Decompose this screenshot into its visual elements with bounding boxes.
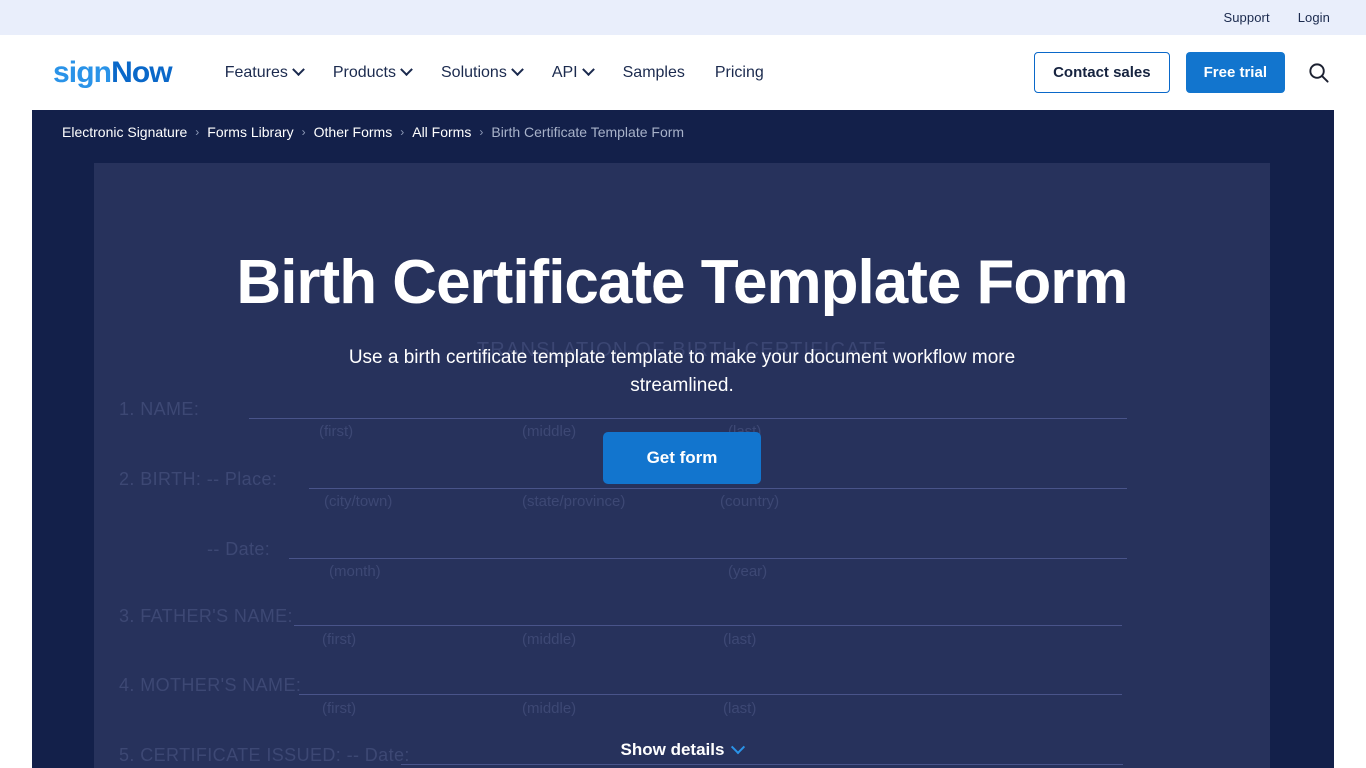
watermark-rule — [401, 764, 1123, 765]
watermark-rule — [294, 625, 1122, 626]
signnow-logo[interactable]: signNow — [53, 55, 173, 89]
hero-section: Electronic Signature › Forms Library › O… — [0, 110, 1366, 768]
free-trial-button[interactable]: Free trial — [1185, 52, 1285, 93]
breadcrumb-item-electronic-signature[interactable]: Electronic Signature — [62, 124, 187, 140]
utility-bar: Support Login — [0, 0, 1366, 35]
watermark-sublabel: (city/town) — [324, 493, 393, 510]
breadcrumb-item-current: Birth Certificate Template Form — [491, 124, 685, 140]
nav-label-samples: Samples — [622, 63, 685, 81]
chevron-down-icon — [510, 63, 524, 77]
nav-item-products[interactable]: Products — [332, 63, 413, 82]
search-icon — [1309, 63, 1329, 83]
watermark-sublabel: (middle) — [522, 631, 577, 648]
main-nav: Features Products Solutions API Samples … — [224, 63, 764, 82]
hero-subtitle: Use a birth certificate template templat… — [348, 346, 1016, 396]
get-form-button[interactable]: Get form — [602, 431, 762, 484]
hero-dark-band: Electronic Signature › Forms Library › O… — [32, 110, 1334, 768]
logo-part-now: Now — [111, 55, 173, 89]
chevron-down-icon — [400, 63, 413, 77]
login-link[interactable]: Login — [1298, 10, 1330, 25]
nav-label-products: Products — [332, 63, 396, 81]
nav-item-samples[interactable]: Samples — [623, 64, 685, 82]
show-details-label: Show details — [620, 740, 725, 759]
chevron-down-icon — [291, 63, 305, 77]
watermark-sublabel: (state/province) — [522, 493, 626, 510]
watermark-rule — [299, 694, 1122, 695]
breadcrumb-item-forms-library[interactable]: Forms Library — [207, 124, 293, 140]
site-header: signNow Features Products Solutions API … — [0, 35, 1366, 110]
watermark-sublabel: (month) — [329, 563, 381, 580]
nav-item-pricing[interactable]: Pricing — [715, 64, 764, 82]
chevron-down-icon — [731, 740, 746, 755]
watermark-sublabel: (last) — [723, 631, 757, 648]
breadcrumb-separator-icon: › — [479, 125, 484, 139]
contact-sales-button[interactable]: Contact sales — [1034, 52, 1170, 93]
nav-item-api[interactable]: API — [551, 63, 595, 82]
nav-label-pricing: Pricing — [714, 63, 764, 81]
breadcrumb-item-other-forms[interactable]: Other Forms — [314, 124, 393, 140]
show-details-toggle[interactable]: Show details — [94, 740, 1270, 760]
watermark-row-label: 4. MOTHER'S NAME: — [119, 675, 302, 695]
hero-panel: TRANSLATION OF BIRTH CERTIFICATE 1. NAME… — [94, 163, 1270, 768]
watermark-sublabel: (year) — [728, 563, 768, 580]
watermark-sublabel: (country) — [720, 493, 780, 510]
breadcrumb: Electronic Signature › Forms Library › O… — [62, 124, 684, 140]
chevron-down-icon — [581, 63, 595, 77]
nav-item-features[interactable]: Features — [224, 63, 305, 82]
watermark-sublabel: (first) — [322, 631, 357, 648]
page-title: Birth Certificate Template Form — [236, 248, 1128, 317]
nav-item-solutions[interactable]: Solutions — [441, 63, 524, 82]
breadcrumb-item-all-forms[interactable]: All Forms — [412, 124, 471, 140]
logo-part-sign: sign — [53, 55, 112, 89]
watermark-sublabel: (middle) — [522, 700, 577, 717]
watermark-sublabel: (first) — [322, 700, 357, 717]
search-button[interactable] — [1301, 61, 1330, 84]
breadcrumb-separator-icon: › — [301, 125, 306, 139]
nav-label-features: Features — [224, 63, 288, 81]
nav-label-api: API — [551, 63, 578, 81]
hero-content: Birth Certificate Template Form Use a bi… — [94, 163, 1270, 484]
watermark-row-label: -- Date: — [207, 539, 271, 559]
breadcrumb-separator-icon: › — [400, 125, 405, 139]
watermark-sublabel: (last) — [723, 700, 757, 717]
nav-label-solutions: Solutions — [441, 63, 507, 81]
header-actions: Contact sales Free trial — [1034, 52, 1330, 93]
support-link[interactable]: Support — [1223, 10, 1269, 25]
watermark-rule — [309, 488, 1127, 489]
breadcrumb-separator-icon: › — [195, 125, 200, 139]
watermark-rule — [289, 558, 1127, 559]
watermark-row-label: 3. FATHER'S NAME: — [119, 606, 293, 626]
